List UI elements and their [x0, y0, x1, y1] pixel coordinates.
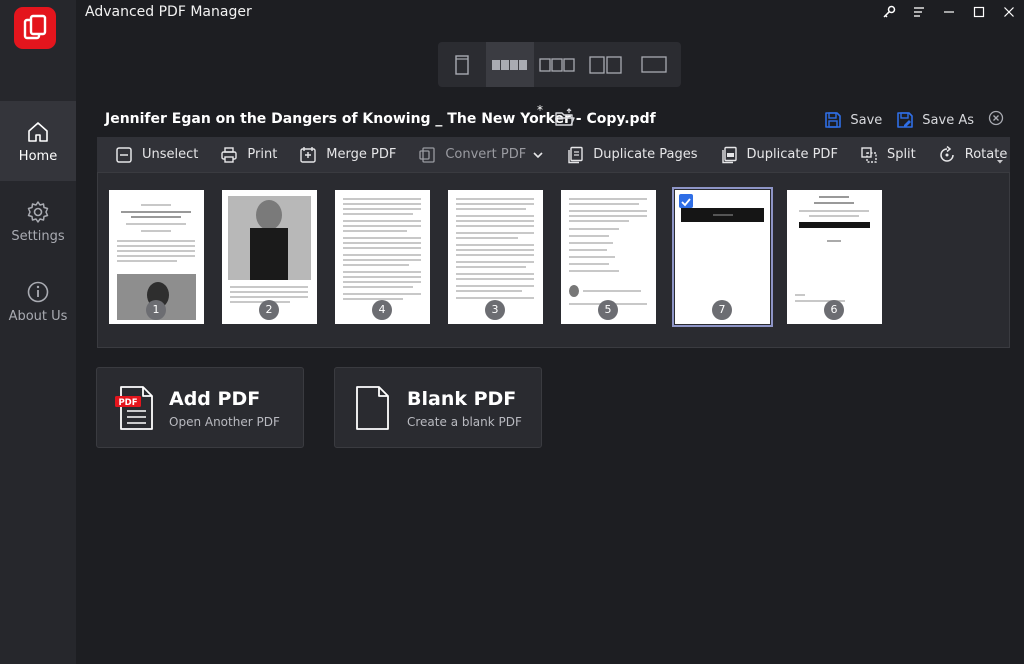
- unselect-label: Unselect: [142, 147, 199, 162]
- sidebar: Home Settings About Us: [0, 0, 76, 664]
- close-icon[interactable]: [994, 0, 1024, 24]
- gear-icon: [27, 201, 49, 223]
- app-title: Advanced PDF Manager: [85, 4, 252, 20]
- convert-pdf-dropdown[interactable]: Convert PDF: [418, 146, 544, 164]
- add-pdf-subtitle: Open Another PDF: [169, 415, 280, 429]
- menu-icon[interactable]: [904, 0, 934, 24]
- unsaved-indicator: *: [537, 103, 543, 117]
- page-number-badge: 3: [485, 300, 505, 320]
- page-number-badge: 7: [712, 300, 732, 320]
- page-number-badge: 1: [146, 300, 166, 320]
- info-icon: [27, 281, 49, 303]
- save-as-icon: [897, 112, 914, 128]
- two-column-view-icon: [589, 55, 622, 74]
- minimize-icon[interactable]: [934, 0, 964, 24]
- merge-pdf-button[interactable]: Merge PDF: [299, 146, 396, 164]
- save-group: Save Save As: [824, 110, 1004, 130]
- page-toolbar: Unselect Print Merge PDF Convert PDF Dup…: [97, 137, 1010, 172]
- duplicate-pages-icon: [568, 146, 583, 163]
- print-button[interactable]: Print: [220, 146, 277, 164]
- page-thumbnail[interactable]: 4: [335, 190, 430, 324]
- print-label: Print: [247, 147, 278, 162]
- merge-pdf-label: Merge PDF: [326, 147, 397, 162]
- convert-pdf-label: Convert PDF: [445, 147, 527, 162]
- blank-document-icon: [353, 384, 395, 436]
- duplicate-pdf-button[interactable]: Duplicate PDF: [720, 146, 838, 164]
- chevron-down-icon: [533, 151, 543, 158]
- add-pdf-title: Add PDF: [169, 388, 261, 410]
- single-page-view-icon: [455, 54, 469, 75]
- sidebar-item-label: Home: [18, 149, 58, 164]
- page-number-badge: 6: [824, 300, 844, 320]
- sidebar-item-about-us[interactable]: About Us: [0, 261, 76, 341]
- duplicate-pages-label: Duplicate Pages: [593, 147, 698, 162]
- blank-pdf-subtitle: Create a blank PDF: [407, 415, 522, 429]
- sidebar-item-label: Settings: [11, 229, 65, 244]
- page-number-badge: 4: [372, 300, 392, 320]
- add-pdf-icon: PDF: [115, 384, 157, 436]
- full-page-view-icon: [641, 55, 667, 73]
- two-column-view-button[interactable]: [582, 42, 630, 87]
- sidebar-item-label: About Us: [8, 309, 68, 324]
- duplicate-pages-button[interactable]: Duplicate Pages: [566, 146, 698, 164]
- full-page-view-button[interactable]: [630, 42, 678, 87]
- save-label: Save: [850, 112, 883, 128]
- convert-pdf-icon: [419, 146, 435, 163]
- page-thumbnail[interactable]: 1: [109, 190, 204, 324]
- add-pdf-card[interactable]: PDF Add PDF Open Another PDF: [96, 367, 304, 448]
- page-thumbnail[interactable]: 5: [561, 190, 656, 324]
- save-as-label: Save As: [922, 112, 974, 128]
- thumbnail-strip-view-button[interactable]: [486, 42, 534, 87]
- save-button[interactable]: Save: [824, 111, 882, 129]
- three-column-view-icon: [539, 57, 575, 72]
- split-icon: [861, 146, 877, 163]
- save-as-button[interactable]: Save As: [896, 111, 974, 129]
- page-number-badge: 5: [598, 300, 618, 320]
- key-icon[interactable]: [874, 0, 904, 24]
- rotate-icon: [940, 145, 954, 162]
- close-document-icon[interactable]: [988, 110, 1004, 130]
- page-thumbnail[interactable]: 3: [448, 190, 543, 324]
- unselect-button[interactable]: Unselect: [115, 146, 198, 164]
- save-icon: [825, 112, 842, 128]
- blank-pdf-title: Blank PDF: [407, 388, 517, 410]
- three-column-view-button[interactable]: [534, 42, 582, 87]
- print-icon: [221, 146, 238, 163]
- duplicate-pdf-icon: [721, 146, 737, 163]
- split-button[interactable]: Split: [860, 146, 916, 164]
- page-thumbnail[interactable]: 6: [787, 190, 882, 324]
- app-logo-icon: [14, 7, 56, 49]
- page-thumbnail-selected[interactable]: 7: [672, 187, 773, 327]
- checkbox-checked-icon[interactable]: [679, 194, 693, 208]
- view-mode-switcher: [438, 42, 681, 87]
- home-icon: [28, 122, 48, 142]
- duplicate-pdf-label: Duplicate PDF: [746, 147, 838, 162]
- page-number-badge: 2: [259, 300, 279, 320]
- split-label: Split: [886, 147, 916, 162]
- single-page-view-button[interactable]: [438, 42, 486, 87]
- page-thumbnails-panel: 1 2 4 3 5 7 6: [97, 172, 1010, 348]
- merge-pdf-icon: [300, 146, 316, 163]
- window-controls: [874, 0, 1024, 24]
- toolbar-overflow-icon[interactable]: [996, 150, 1004, 169]
- sidebar-item-settings[interactable]: Settings: [0, 181, 76, 261]
- page-thumbnail[interactable]: 2: [222, 190, 317, 324]
- blank-pdf-card[interactable]: Blank PDF Create a blank PDF: [334, 367, 542, 448]
- open-folder-icon[interactable]: [554, 108, 576, 132]
- maximize-icon[interactable]: [964, 0, 994, 24]
- unselect-icon: [116, 146, 132, 163]
- sidebar-item-home[interactable]: Home: [0, 101, 76, 181]
- pdf-badge-label: PDF: [118, 398, 137, 408]
- thumbnail-strip-view-icon: [492, 59, 527, 70]
